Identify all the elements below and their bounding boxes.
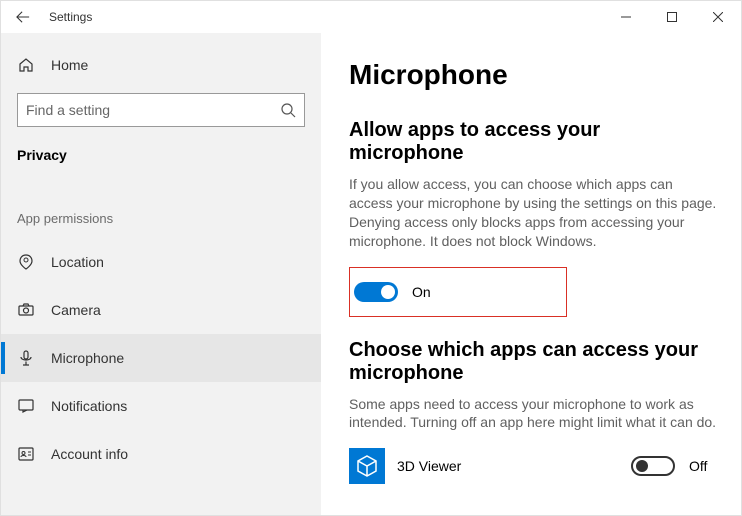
home-icon — [17, 57, 35, 73]
page-title: Microphone — [349, 59, 719, 91]
sidebar-item-notifications[interactable]: Notifications — [1, 382, 321, 430]
sidebar-item-camera[interactable]: Camera — [1, 286, 321, 334]
minimize-button[interactable] — [603, 1, 649, 33]
section-heading: App permissions — [1, 183, 321, 238]
account-info-icon — [17, 445, 35, 463]
allow-toggle-label: On — [412, 284, 431, 300]
app-toggle-label: Off — [689, 458, 719, 474]
sidebar-item-location[interactable]: Location — [1, 238, 321, 286]
home-button[interactable]: Home — [1, 45, 321, 85]
location-icon — [17, 253, 35, 271]
sidebar-item-account-info[interactable]: Account info — [1, 430, 321, 478]
titlebar: Settings — [1, 1, 741, 33]
sidebar-item-label: Camera — [51, 302, 101, 318]
app-name: 3D Viewer — [397, 458, 619, 474]
sidebar: Home Privacy App permissions Location Ca… — [1, 33, 321, 515]
app-row: 3D Viewer Off — [349, 448, 719, 484]
back-button[interactable] — [1, 1, 45, 33]
sidebar-item-label: Account info — [51, 446, 128, 462]
app-toggle[interactable] — [631, 456, 675, 476]
arrow-left-icon — [16, 10, 30, 24]
home-label: Home — [51, 57, 88, 73]
allow-toggle[interactable] — [354, 282, 398, 302]
category-label: Privacy — [1, 139, 321, 183]
sidebar-item-label: Microphone — [51, 350, 124, 366]
minimize-icon — [621, 12, 631, 22]
allow-heading: Allow apps to access your microphone — [349, 119, 719, 165]
search-box[interactable] — [17, 93, 305, 127]
main-content: Microphone Allow apps to access your mic… — [321, 33, 741, 515]
search-icon — [280, 102, 296, 118]
app-icon-3d-viewer — [349, 448, 385, 484]
maximize-icon — [667, 12, 677, 22]
close-button[interactable] — [695, 1, 741, 33]
close-icon — [713, 12, 723, 22]
search-input[interactable] — [26, 102, 280, 118]
highlight-box: On — [349, 267, 567, 317]
sidebar-item-microphone[interactable]: Microphone — [1, 334, 321, 382]
camera-icon — [17, 301, 35, 319]
choose-heading: Choose which apps can access your microp… — [349, 339, 719, 385]
sidebar-item-label: Location — [51, 254, 104, 270]
microphone-icon — [17, 349, 35, 367]
sidebar-item-label: Notifications — [51, 398, 127, 414]
notifications-icon — [17, 397, 35, 415]
maximize-button[interactable] — [649, 1, 695, 33]
window-controls — [603, 1, 741, 33]
window-title: Settings — [45, 10, 92, 24]
allow-description: If you allow access, you can choose whic… — [349, 175, 719, 251]
choose-description: Some apps need to access your microphone… — [349, 395, 719, 433]
